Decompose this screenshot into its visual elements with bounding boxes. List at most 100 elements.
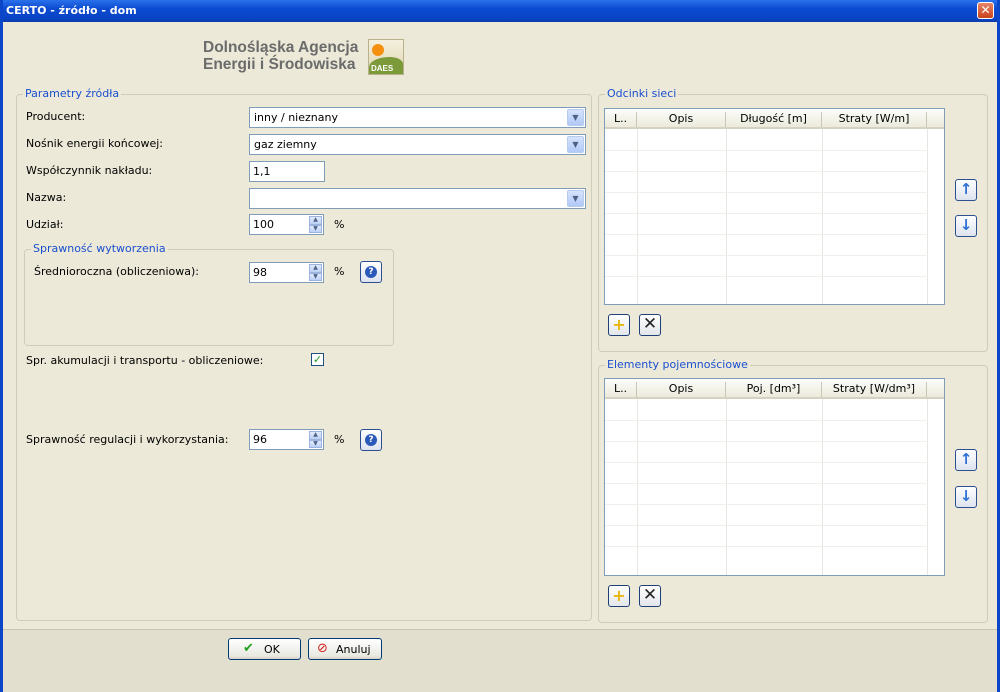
logo-mark-text: DAES bbox=[371, 64, 394, 73]
wspolczynnik-value: 1,1 bbox=[253, 165, 271, 178]
producent-value: inny / nieznany bbox=[254, 111, 338, 124]
grid-line bbox=[822, 129, 823, 304]
akumulacja-checkbox[interactable]: ✓ bbox=[311, 353, 324, 366]
spin-up-icon[interactable]: ▲ bbox=[309, 216, 322, 225]
grid-line bbox=[605, 213, 926, 214]
udzial-unit: % bbox=[334, 218, 345, 231]
check-icon: ✔ bbox=[243, 641, 254, 656]
window-title: CERTO - źródło - dom bbox=[6, 4, 137, 17]
ok-button[interactable]: ✔ OK bbox=[228, 638, 301, 660]
arrow-down-icon: ↓ bbox=[959, 216, 973, 234]
plus-icon: + bbox=[612, 315, 626, 334]
akumulacja-label: Spr. akumulacji i transportu - obliczeni… bbox=[26, 354, 264, 367]
odcinki-move-up-button[interactable]: ↑ bbox=[955, 179, 977, 201]
chevron-down-icon[interactable]: ▼ bbox=[567, 109, 584, 126]
sr-value: 98 bbox=[253, 266, 267, 279]
col-header-opis[interactable]: Opis bbox=[637, 382, 726, 397]
sr-help-button[interactable]: ? bbox=[360, 261, 382, 283]
udzial-spinner[interactable]: 100 ▲ ▼ bbox=[249, 214, 324, 235]
logo-line1: Dolnośląska Agencja bbox=[203, 39, 359, 56]
grid-line bbox=[726, 129, 727, 304]
arrow-up-icon: ↑ bbox=[959, 180, 973, 198]
grid-line bbox=[605, 150, 926, 151]
wspolczynnik-label: Współczynnik nakładu: bbox=[26, 164, 153, 177]
sr-unit: % bbox=[334, 265, 345, 278]
col-header-l[interactable]: L.. bbox=[605, 382, 637, 397]
odcinki-delete-button[interactable]: ✕ bbox=[639, 314, 661, 336]
nazwa-select[interactable]: ▼ bbox=[249, 188, 586, 209]
spin-down-icon[interactable]: ▼ bbox=[309, 224, 322, 233]
elementy-add-button[interactable]: + bbox=[608, 585, 630, 607]
chevron-down-icon[interactable]: ▼ bbox=[567, 136, 584, 153]
udzial-value: 100 bbox=[253, 218, 274, 231]
sprawnosc-group: Sprawność wytworzenia bbox=[24, 242, 394, 346]
nosnik-select[interactable]: gaz ziemny ▼ bbox=[249, 134, 586, 155]
odcinki-add-button[interactable]: + bbox=[608, 314, 630, 336]
grid-line bbox=[605, 504, 926, 505]
cancel-label: Anuluj bbox=[336, 643, 371, 656]
delete-icon: ✕ bbox=[642, 314, 658, 334]
wspolczynnik-field[interactable]: 1,1 bbox=[249, 161, 325, 182]
nosnik-label: Nośnik energii końcowej: bbox=[26, 137, 163, 150]
elementy-move-up-button[interactable]: ↑ bbox=[955, 449, 977, 471]
spin-up-icon[interactable]: ▲ bbox=[309, 431, 322, 440]
grid-line bbox=[927, 129, 928, 304]
logo-line2: Energii i Środowiska bbox=[203, 56, 356, 73]
grid-line bbox=[605, 546, 926, 547]
regulacja-label: Sprawność regulacji i wykorzystania: bbox=[26, 433, 229, 446]
col-header-pojemnosc[interactable]: Poj. [dm³] bbox=[726, 382, 822, 397]
logo-mark-icon: DAES bbox=[368, 39, 404, 75]
elementy-table-header: L.. Opis Poj. [dm³] Straty [W/dm³] bbox=[605, 379, 944, 399]
regulacja-help-button[interactable]: ? bbox=[360, 429, 382, 451]
grid-line bbox=[637, 129, 638, 304]
grid-line bbox=[605, 483, 926, 484]
odcinki-table-header: L.. Opis Długość [m] Straty [W/m] bbox=[605, 109, 944, 129]
grid-line bbox=[605, 420, 926, 421]
cancel-icon: ⊘ bbox=[317, 641, 328, 656]
col-header-straty[interactable]: Straty [W/dm³] bbox=[822, 382, 927, 397]
odcinki-table[interactable]: L.. Opis Długość [m] Straty [W/m] bbox=[604, 108, 945, 305]
arrow-up-icon: ↑ bbox=[959, 450, 973, 468]
arrow-down-icon: ↓ bbox=[959, 487, 973, 505]
grid-line bbox=[927, 399, 928, 575]
cancel-button[interactable]: ⊘ Anuluj bbox=[308, 638, 382, 660]
producent-select[interactable]: inny / nieznany ▼ bbox=[249, 107, 586, 128]
spin-down-icon[interactable]: ▼ bbox=[309, 272, 322, 281]
daes-logo: Dolnośląska Agencja Energii i Środowiska… bbox=[203, 39, 407, 79]
col-header-opis[interactable]: Opis bbox=[637, 112, 726, 127]
grid-line bbox=[726, 399, 727, 575]
col-header-l[interactable]: L.. bbox=[605, 112, 637, 127]
spin-up-icon[interactable]: ▲ bbox=[309, 264, 322, 273]
regulacja-spinner[interactable]: 96 ▲ ▼ bbox=[249, 429, 324, 450]
sr-spinner[interactable]: 98 ▲ ▼ bbox=[249, 262, 324, 283]
help-icon: ? bbox=[365, 434, 377, 446]
regulacja-unit: % bbox=[334, 433, 345, 446]
spin-down-icon[interactable]: ▼ bbox=[309, 439, 322, 448]
odcinki-move-down-button[interactable]: ↓ bbox=[955, 215, 977, 237]
close-button[interactable]: ✕ bbox=[977, 2, 994, 19]
grid-line bbox=[605, 525, 926, 526]
nosnik-value: gaz ziemny bbox=[254, 138, 317, 151]
grid-line bbox=[605, 192, 926, 193]
delete-icon: ✕ bbox=[642, 585, 658, 605]
params-legend: Parametry źródła bbox=[23, 87, 122, 100]
elementy-move-down-button[interactable]: ↓ bbox=[955, 486, 977, 508]
title-bar: CERTO - źródło - dom ✕ bbox=[3, 0, 997, 22]
producent-label: Producent: bbox=[26, 110, 86, 123]
logo-sun bbox=[372, 44, 384, 56]
col-header-straty[interactable]: Straty [W/m] bbox=[822, 112, 927, 127]
col-header-dlugosc[interactable]: Długość [m] bbox=[726, 112, 822, 127]
close-icon: ✕ bbox=[980, 3, 991, 17]
plus-icon: + bbox=[612, 586, 626, 605]
chevron-down-icon[interactable]: ▼ bbox=[567, 190, 584, 207]
grid-line bbox=[605, 171, 926, 172]
dialog-client: Dolnośląska Agencja Energii i Środowiska… bbox=[3, 22, 997, 629]
sprawnosc-legend: Sprawność wytworzenia bbox=[31, 242, 168, 255]
dialog-footer: ✔ OK ⊘ Anuluj bbox=[3, 629, 997, 692]
elementy-table[interactable]: L.. Opis Poj. [dm³] Straty [W/dm³] bbox=[604, 378, 945, 576]
elementy-delete-button[interactable]: ✕ bbox=[639, 585, 661, 607]
grid-line bbox=[605, 441, 926, 442]
grid-line bbox=[605, 255, 926, 256]
grid-line bbox=[605, 276, 926, 277]
grid-line bbox=[822, 399, 823, 575]
